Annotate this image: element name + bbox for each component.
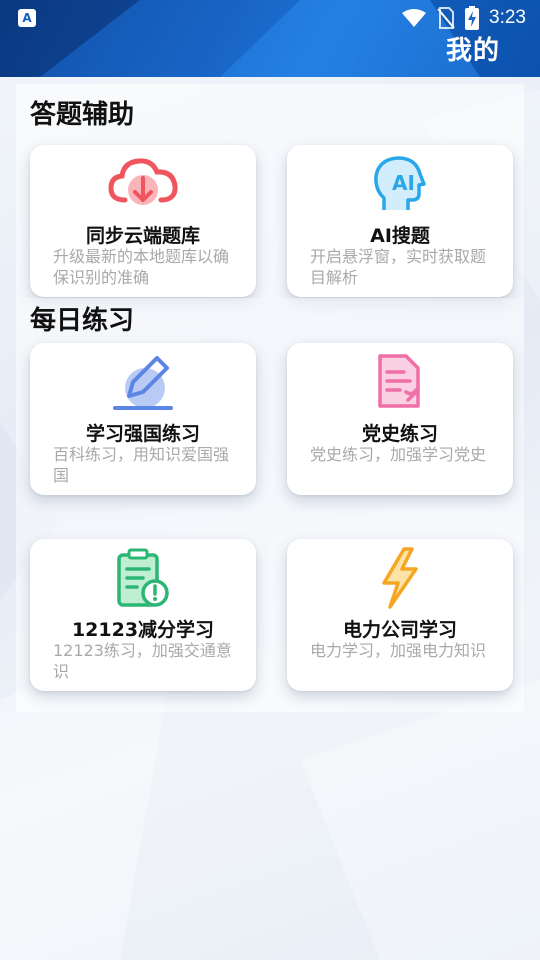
card-description: 开启悬浮窗，实时获取题目解析 [310,247,487,287]
card-description: 百科练习，用知识爱国强国 [53,445,230,485]
clipboard-alert-icon [30,547,256,609]
section-title-daily-practice: 每日练习 [30,306,135,336]
section-title-answer-assist: 答题辅助 [30,100,135,130]
svg-text:AI: AI [392,171,415,195]
card-description: 12123练习，加强交通意识 [53,641,232,681]
card-title: 同步云端题库 [85,225,200,247]
card-title: 电力公司学习 [342,619,457,641]
battery-charging-icon [465,6,480,30]
card-ai-search[interactable]: AI AI搜题 开启悬浮窗，实时获取题目解析 [287,145,513,297]
app-notification-icon: A [18,9,36,27]
card-title: AI搜题 [370,225,430,247]
wifi-icon [402,9,427,27]
document-icon [287,351,513,413]
card-title: 12123减分学习 [71,619,215,641]
ai-head-icon: AI [287,153,513,215]
no-sim-icon [437,7,455,29]
card-party-history[interactable]: 党史练习 党史练习，加强学习党史 [287,343,513,495]
card-sync-cloud-bank[interactable]: 同步云端题库 升级最新的本地题库以确保识别的准确 [30,145,256,297]
card-12123-points[interactable]: 12123减分学习 12123练习，加强交通意识 [30,539,256,691]
cloud-download-icon [30,153,256,215]
card-power-company[interactable]: 电力公司学习 电力学习，加强电力知识 [287,539,513,691]
card-description: 党史练习，加强学习党史 [310,445,487,464]
header-banner: A 3:23 我的 [0,0,540,77]
lightning-icon [287,547,513,609]
status-time: 3:23 [489,7,526,28]
card-description: 升级最新的本地题库以确保识别的准确 [53,247,230,287]
card-title: 学习强国练习 [85,423,200,445]
pencil-icon [30,351,256,413]
card-title: 党史练习 [361,423,438,445]
page-title: 我的 [445,36,500,66]
card-description: 电力学习，加强电力知识 [310,641,487,660]
card-xuexi-qiangguo[interactable]: 学习强国练习 百科练习，用知识爱国强国 [30,343,256,495]
